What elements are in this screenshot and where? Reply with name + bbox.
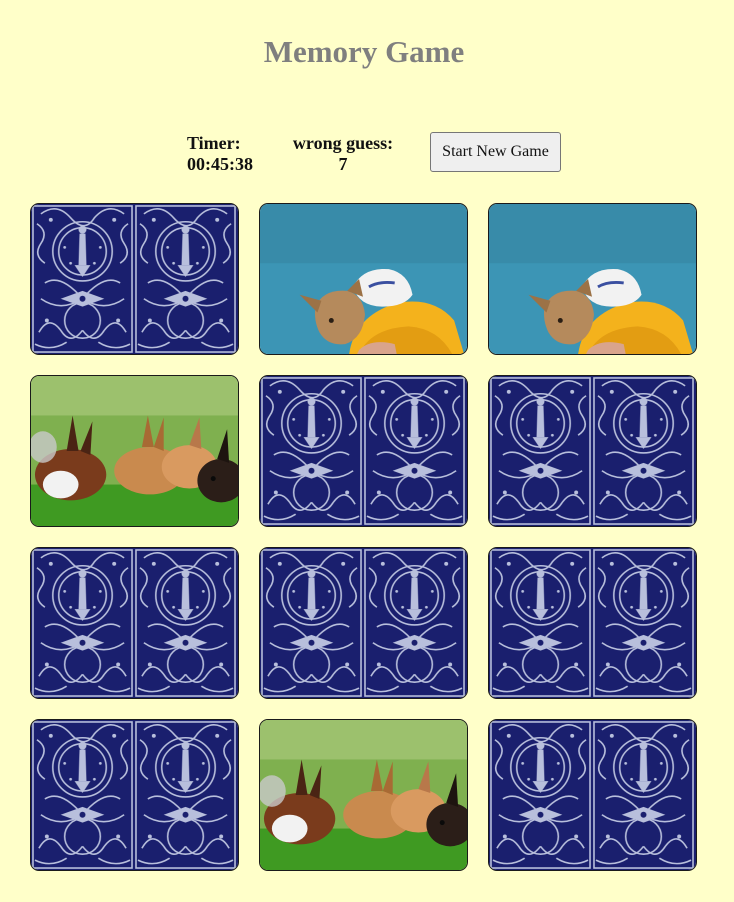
dog-in-yellow-hoodie-image <box>260 204 467 354</box>
memory-card[interactable] <box>488 719 697 871</box>
memory-card[interactable] <box>30 375 239 527</box>
page-title: Memory Game <box>263 34 465 69</box>
rabbits-on-grass-image <box>260 720 467 870</box>
rabbits-on-grass-image <box>31 376 238 526</box>
memory-card[interactable] <box>259 203 468 355</box>
wrong-guess-counter: wrong guess: 7 <box>291 133 395 175</box>
card-back-pattern <box>489 720 696 870</box>
card-back-pattern <box>260 548 467 698</box>
memory-card[interactable] <box>30 547 239 699</box>
timer-label: Timer: <box>187 133 241 153</box>
memory-card[interactable] <box>259 375 468 527</box>
wrong-guess-value: 7 <box>338 154 348 174</box>
wrong-guess-label: wrong guess: <box>292 133 394 153</box>
dog-in-yellow-hoodie-image <box>489 204 696 354</box>
card-back-pattern <box>31 548 238 698</box>
card-back-pattern <box>489 376 696 526</box>
memory-card[interactable] <box>488 203 697 355</box>
timer: Timer: 00:45:38 <box>187 133 277 175</box>
memory-card[interactable] <box>488 547 697 699</box>
start-new-game-button[interactable]: Start New Game <box>430 132 561 172</box>
memory-card[interactable] <box>259 547 468 699</box>
memory-card[interactable] <box>259 719 468 871</box>
card-back-pattern <box>260 376 467 526</box>
timer-value: 00:45:38 <box>187 154 253 174</box>
memory-card[interactable] <box>30 719 239 871</box>
card-back-pattern <box>489 548 696 698</box>
memory-card[interactable] <box>488 375 697 527</box>
memory-card[interactable] <box>30 203 239 355</box>
card-back-pattern <box>31 204 238 354</box>
card-back-pattern <box>31 720 238 870</box>
